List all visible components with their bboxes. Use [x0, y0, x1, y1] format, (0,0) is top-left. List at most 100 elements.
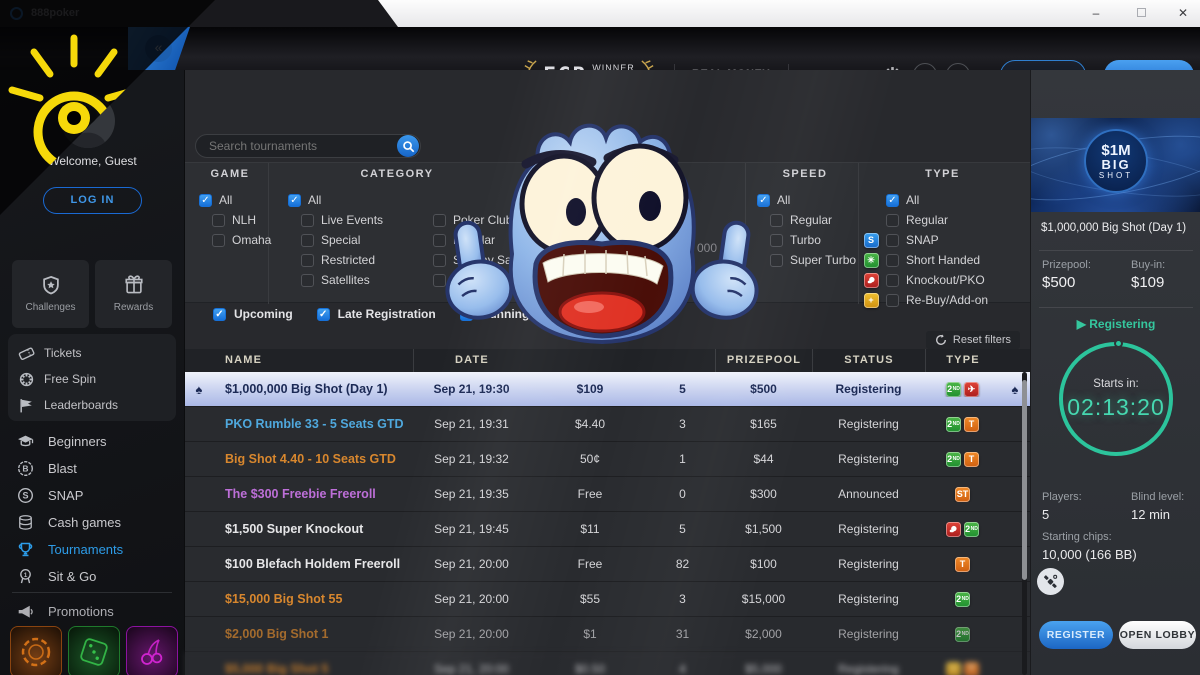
- row-type-badges: 2ND✈: [925, 382, 1000, 397]
- checkbox-checked[interactable]: ✓: [213, 308, 226, 321]
- table-row[interactable]: $1,500 Super KnockoutSep 21, 19:45$115$1…: [185, 512, 1030, 547]
- checkbox-unchecked[interactable]: [212, 234, 225, 247]
- filter-option[interactable]: Special: [301, 230, 383, 250]
- buyin-value: $109: [1131, 274, 1164, 291]
- second-badge-icon: 2ND: [964, 522, 979, 537]
- filter-option[interactable]: Restricted: [301, 250, 383, 270]
- table-row[interactable]: $100 Blefach Holdem FreerollSep 21, 20:0…: [185, 547, 1030, 582]
- state-filter[interactable]: ✓Late Registration: [317, 307, 436, 321]
- filter-option[interactable]: NLH: [212, 210, 271, 230]
- filter-option[interactable]: Live Events: [301, 210, 383, 230]
- filter-option[interactable]: Turbo: [770, 230, 856, 250]
- snap-s-icon: S: [17, 487, 34, 504]
- row-buyin: 50¢: [530, 452, 650, 466]
- register-button[interactable]: REGISTER: [1039, 621, 1113, 649]
- checkbox-unchecked[interactable]: [301, 274, 314, 287]
- checkbox-checked[interactable]: ✓: [288, 194, 301, 207]
- table-row[interactable]: $2,000 Big Shot 1Sep 21, 20:00$131$2,000…: [185, 617, 1030, 652]
- table-row[interactable]: $15,000 Big Shot 55Sep 21, 20:00$553$15,…: [185, 582, 1030, 617]
- sidebar-login-button[interactable]: LOG IN: [43, 187, 142, 214]
- row-prizepool: $300: [715, 487, 812, 501]
- sidebar-item-tournaments[interactable]: Tournaments: [0, 536, 185, 563]
- row-date: Sep 21, 20:00: [413, 592, 530, 606]
- promo-tile-cherries[interactable]: [126, 626, 178, 675]
- filter-option[interactable]: ✳Short Handed: [863, 250, 988, 270]
- table-row[interactable]: ♠$1,000,000 Big Shot (Day 1)Sep 21, 19:3…: [185, 372, 1030, 407]
- sidebar-divider: [12, 592, 172, 593]
- checkbox-unchecked[interactable]: [301, 234, 314, 247]
- filter-option[interactable]: ✓All: [757, 190, 856, 210]
- satellite-icon[interactable]: [1037, 568, 1064, 595]
- checkbox-unchecked[interactable]: [301, 214, 314, 227]
- row-type-badges: 2ND: [925, 522, 1000, 537]
- sidebar-item-sit-and-go[interactable]: 1 Sit & Go: [0, 563, 185, 590]
- filter-option[interactable]: Regular: [863, 210, 988, 230]
- sidebar-item-leaderboards[interactable]: Leaderboards: [18, 392, 176, 418]
- graduation-cap-icon: [17, 433, 34, 450]
- open-lobby-button[interactable]: OPEN LOBBY: [1119, 621, 1196, 649]
- sidebar-item-promotions[interactable]: Promotions: [0, 598, 185, 624]
- checkbox-unchecked[interactable]: [886, 254, 899, 267]
- filter-option[interactable]: Regular: [770, 210, 856, 230]
- row-status: Registering: [812, 417, 925, 431]
- selected-tournament-title: $1,000,000 Big Shot (Day 1): [1041, 222, 1199, 234]
- row-entrants: 5: [650, 382, 715, 396]
- sh-badge-icon: ✳: [864, 253, 879, 268]
- checkbox-checked[interactable]: ✓: [317, 308, 330, 321]
- sidebar-item-tickets[interactable]: Tickets: [18, 340, 176, 366]
- table-row[interactable]: $5,000 Big Shot 5Sep 21, 20:00$0.504$5,0…: [185, 652, 1030, 675]
- medal-icon: 1: [17, 568, 34, 585]
- filter-option[interactable]: +Re-Buy/Add-on: [863, 290, 988, 310]
- table-row[interactable]: Big Shot 4.40 - 10 Seats GTDSep 21, 19:3…: [185, 442, 1030, 477]
- checkbox-checked[interactable]: ✓: [199, 194, 212, 207]
- scrollbar-thumb[interactable]: [1022, 380, 1027, 580]
- search-icon[interactable]: [397, 135, 419, 157]
- search-input[interactable]: [196, 138, 397, 154]
- ko-badge-slot: [863, 273, 879, 288]
- state-filter[interactable]: ✓Upcoming: [213, 307, 293, 321]
- checkbox-unchecked[interactable]: [770, 214, 783, 227]
- sidebar-item-snap[interactable]: S SNAP: [0, 482, 185, 509]
- row-entrants: 82: [650, 557, 715, 571]
- filter-option[interactable]: Knockout/PKO: [863, 270, 988, 290]
- coins-icon: [17, 514, 34, 531]
- sidebar-item-cash-games[interactable]: Cash games: [0, 509, 185, 536]
- checkbox-unchecked[interactable]: [770, 234, 783, 247]
- checkbox-unchecked[interactable]: [886, 274, 899, 287]
- checkbox-unchecked[interactable]: [886, 214, 899, 227]
- challenges-card[interactable]: Challenges: [12, 260, 89, 328]
- checkbox-unchecked[interactable]: [212, 214, 225, 227]
- table-row[interactable]: The $300 Freebie FreerollSep 21, 19:35Fr…: [185, 477, 1030, 512]
- starting-chips-label: Starting chips:: [1042, 531, 1112, 543]
- filter-option-label: All: [308, 193, 321, 207]
- filter-option[interactable]: ✓All: [199, 190, 271, 210]
- promo-tile-dice[interactable]: [68, 626, 120, 675]
- row-date: Sep 21, 19:45: [413, 522, 530, 536]
- challenges-label: Challenges: [25, 302, 75, 313]
- sidebar-item-blast[interactable]: B Blast: [0, 455, 185, 482]
- rewards-card[interactable]: Rewards: [95, 260, 172, 328]
- filter-option[interactable]: ✓ All: [288, 190, 383, 210]
- sidebar-item-beginners[interactable]: Beginners: [0, 428, 185, 455]
- filter-option[interactable]: Omaha: [212, 230, 271, 250]
- sidebar-item-free-spin[interactable]: Free Spin: [18, 366, 176, 392]
- checkbox-unchecked[interactable]: [886, 294, 899, 307]
- table-row[interactable]: PKO Rumble 33 - 5 Seats GTDSep 21, 19:31…: [185, 407, 1030, 442]
- filter-option[interactable]: ✓All: [863, 190, 988, 210]
- promo-tile-chip[interactable]: [10, 626, 62, 675]
- reset-filters-button[interactable]: Reset filters: [926, 331, 1020, 349]
- checkbox-unchecked[interactable]: [886, 234, 899, 247]
- filter-option[interactable]: Super Turbo: [770, 250, 856, 270]
- filter-option[interactable]: Satellites: [301, 270, 383, 290]
- filter-option[interactable]: SSNAP: [863, 230, 988, 250]
- flag-icon: [18, 397, 35, 414]
- minimize-button[interactable]: –: [1083, 4, 1109, 23]
- big-shot-banner: $1M BIG SHOT: [1031, 118, 1200, 212]
- close-button[interactable]: ✕: [1170, 4, 1196, 23]
- checkbox-checked[interactable]: ✓: [886, 194, 899, 207]
- checkbox-unchecked[interactable]: [770, 254, 783, 267]
- search-bar: [195, 134, 421, 158]
- maximize-button[interactable]: [1128, 4, 1154, 23]
- tournament-table: ♠$1,000,000 Big Shot (Day 1)Sep 21, 19:3…: [185, 372, 1030, 675]
- checkbox-unchecked[interactable]: [301, 254, 314, 267]
